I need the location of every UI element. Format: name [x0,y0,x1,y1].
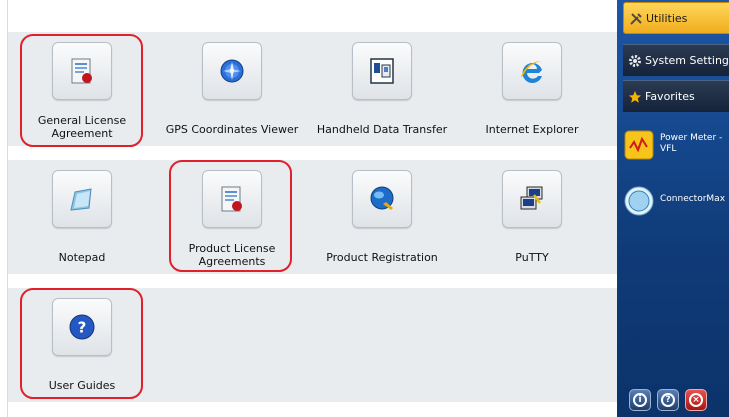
putty-button[interactable] [502,170,562,228]
pinned-app-label: Power Meter - VFL [660,133,722,155]
app-label: Handheld Data Transfer [316,123,448,136]
app-label: Internet Explorer [485,123,579,136]
gps-globe-icon [220,59,244,83]
tools-icon [630,13,642,25]
internet-explorer-icon [521,61,544,83]
tab-utilities[interactable]: Utilities [623,2,729,34]
app-tile-internet-explorer[interactable]: Internet Explorer [458,42,606,146]
star-icon [629,91,641,103]
highlight-outline [20,34,143,147]
help-icon: ? [661,393,675,407]
app-label: GPS Coordinates Viewer [165,123,299,136]
registration-globe-icon [370,186,394,210]
gear-icon [629,55,641,67]
app-label: PuTTY [515,251,549,264]
gps-viewer-button[interactable] [202,42,262,100]
close-icon: × [689,393,703,407]
info-icon: i [633,393,647,407]
app-label: Product Registration [326,251,438,264]
power-meter-icon [624,130,654,160]
tab-system-settings-label: System Settings [645,54,729,67]
app-tile-gps-coordinates-viewer[interactable]: GPS Coordinates Viewer [158,42,306,146]
notepad-button[interactable] [52,170,112,228]
app-label: Notepad [58,251,106,264]
highlight-outline [20,288,143,399]
pinned-app-label-line2: VFL [660,144,677,154]
app-tile-putty[interactable]: PuTTY [458,170,606,274]
tab-system-settings[interactable]: System Settings [623,44,729,76]
info-button[interactable]: i [629,389,651,411]
help-button[interactable]: ? [657,389,679,411]
applications-area: General License Agreement GPS Coordinate… [0,0,617,417]
app-tile-notepad[interactable]: Notepad [8,170,156,274]
notepad-icon [70,188,92,211]
putty-icon [520,186,543,210]
app-tile-product-registration[interactable]: Product Registration [308,170,456,274]
pinned-app-connectormax[interactable]: ConnectorMax [624,184,729,222]
product-registration-button[interactable] [352,170,412,228]
pinned-app-label: ConnectorMax [660,194,725,205]
internet-explorer-button[interactable] [502,42,562,100]
pinned-app-power-meter[interactable]: Power Meter - VFL [624,128,729,166]
handheld-transfer-button[interactable] [352,42,412,100]
highlight-outline [169,160,292,272]
tab-utilities-label: Utilities [646,12,688,25]
pinned-app-label-line1: Power Meter - [660,133,723,143]
side-panel: Utilities System Settings Favorites Powe… [617,0,729,417]
tab-favorites[interactable]: Favorites [623,80,729,112]
connector-max-icon [624,186,654,216]
close-button[interactable]: × [685,389,707,411]
handheld-transfer-icon [370,58,394,84]
tab-favorites-label: Favorites [645,90,695,103]
pinned-app-label-line1: ConnectorMax [660,194,726,204]
app-tile-handheld-data-transfer[interactable]: Handheld Data Transfer [308,42,456,146]
